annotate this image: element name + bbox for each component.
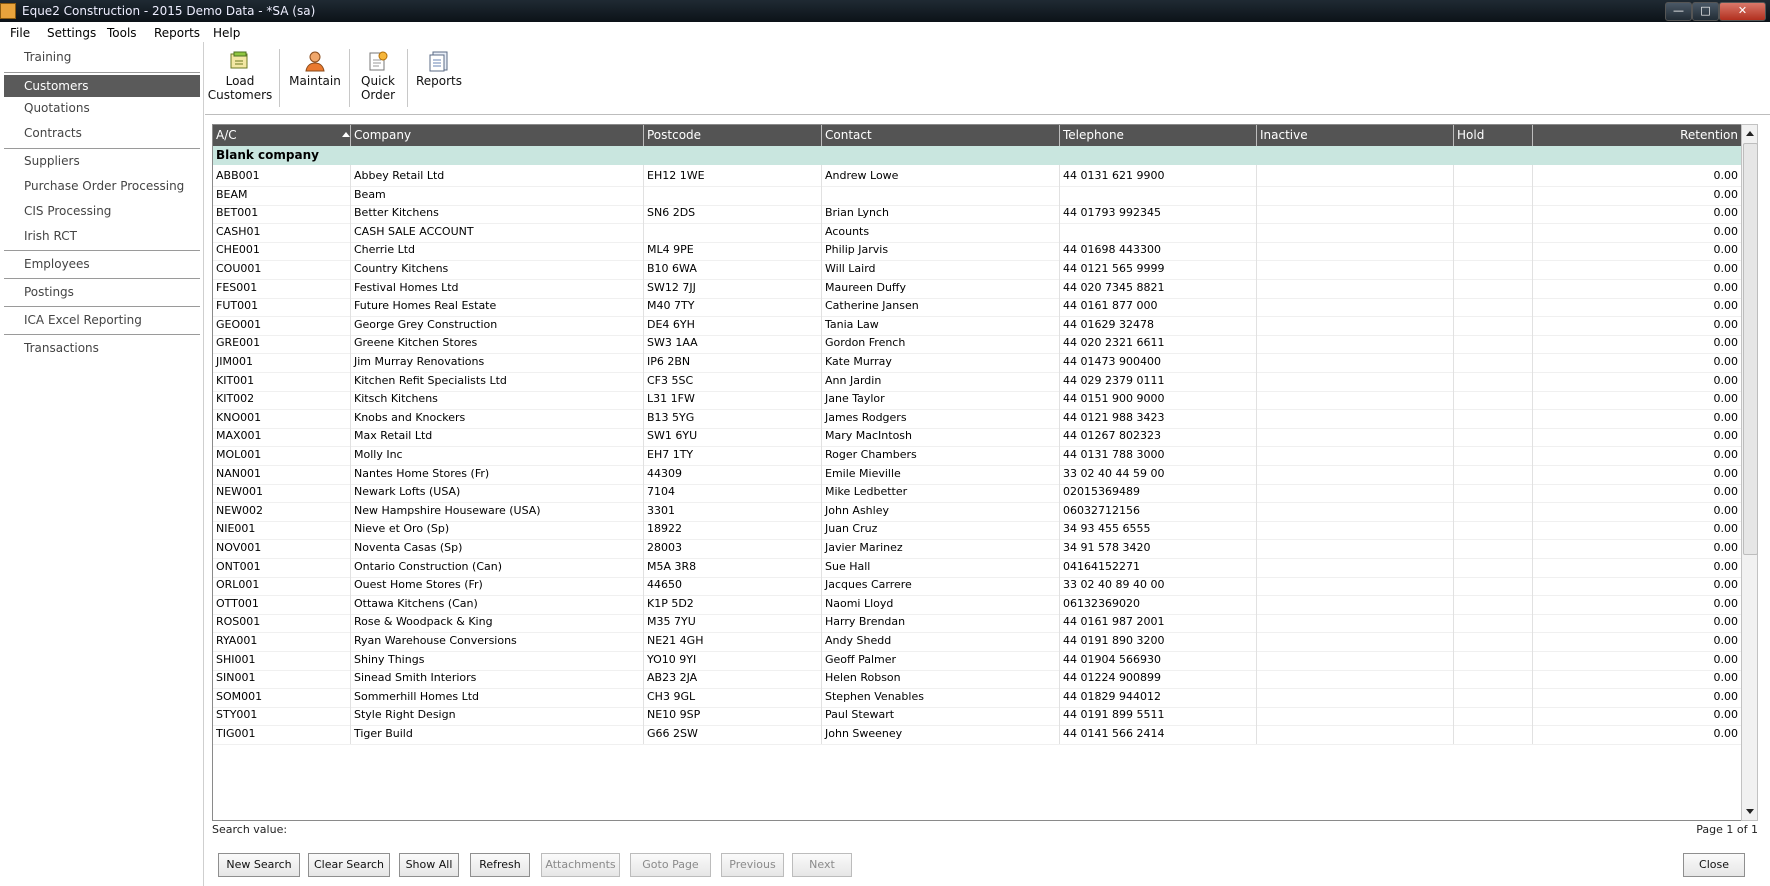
clear-search-button[interactable]: Clear Search	[308, 853, 390, 877]
toolbar: Load Customers Maintain Quick Order Repo…	[205, 44, 1770, 114]
column-header-ac[interactable]: A/C	[213, 125, 351, 146]
column-header-telephone[interactable]: Telephone	[1060, 125, 1257, 146]
sidebar-item-suppliers[interactable]: Suppliers	[4, 150, 200, 172]
sidebar-divider	[4, 278, 200, 279]
sidebar-item-irish-rct[interactable]: Irish RCT	[4, 225, 200, 247]
new-search-button[interactable]: New Search	[218, 853, 300, 877]
table-row[interactable]: TIG001 Tiger Build G66 2SW John Sweeney 44 0…	[213, 723, 1742, 745]
sort-ascending-icon	[342, 132, 350, 137]
cell-hold	[1454, 723, 1533, 744]
sidebar-divider	[4, 148, 200, 149]
previous-button[interactable]: Previous	[721, 853, 784, 877]
sidebar-item-contracts[interactable]: Contracts	[4, 122, 200, 144]
quick-order-label-2: Order	[360, 88, 396, 102]
sidebar-item-purchase-order-processing[interactable]: Purchase Order Processing	[4, 175, 200, 197]
refresh-button[interactable]: Refresh	[470, 853, 530, 877]
minimize-button[interactable]: —	[1665, 2, 1692, 21]
menu-bar: File Settings Tools Reports Help	[0, 23, 1770, 42]
page-info: Page 1 of 1	[1696, 823, 1758, 836]
toolbar-separator	[279, 49, 280, 107]
sidebar: Training Customers Quotations Contracts …	[0, 42, 204, 886]
maximize-button[interactable]: □	[1692, 2, 1719, 21]
scroll-up-icon[interactable]	[1746, 131, 1754, 136]
load-customers-icon	[229, 50, 251, 72]
load-customers-label-2: Customers	[207, 88, 273, 102]
reports-label: Reports	[415, 74, 463, 88]
sidebar-item-ica-excel-reporting[interactable]: ICA Excel Reporting	[4, 309, 200, 331]
attachments-button[interactable]: Attachments	[541, 853, 620, 877]
cell-inactive	[1257, 723, 1454, 744]
column-header-hold[interactable]: Hold	[1454, 125, 1533, 146]
sidebar-divider	[4, 72, 200, 73]
sidebar-item-training[interactable]: Training	[4, 46, 200, 68]
group-row[interactable]: Blank company	[213, 146, 1742, 165]
toolbar-separator	[349, 49, 350, 107]
cell-retention: 0.00	[1713, 727, 1739, 740]
cell-company: Tiger Build	[351, 723, 644, 744]
menu-settings[interactable]: Settings	[47, 26, 96, 40]
reports-icon	[428, 50, 450, 72]
next-button[interactable]: Next	[792, 853, 852, 877]
maintain-button[interactable]: Maintain	[285, 44, 345, 110]
cell-contact: John Sweeney	[822, 723, 1060, 744]
sidebar-item-postings[interactable]: Postings	[4, 281, 200, 303]
quick-order-label-1: Quick	[361, 74, 395, 88]
load-customers-button[interactable]: Load Customers	[207, 44, 273, 110]
grid-scrollbar[interactable]	[1741, 124, 1758, 821]
scroll-thumb[interactable]	[1743, 143, 1758, 555]
person-icon	[304, 50, 326, 72]
sidebar-item-customers[interactable]: Customers	[4, 75, 200, 97]
sidebar-item-transactions[interactable]: Transactions	[4, 337, 200, 359]
column-header-contact[interactable]: Contact	[822, 125, 1060, 146]
menu-tools[interactable]: Tools	[107, 26, 137, 40]
menu-help[interactable]: Help	[213, 26, 240, 40]
sidebar-item-cis-processing[interactable]: CIS Processing	[4, 200, 200, 222]
toolbar-divider	[205, 114, 1770, 115]
column-header-retention[interactable]: Retention	[1533, 125, 1742, 146]
toolbar-separator	[407, 49, 408, 107]
column-header-company[interactable]: Company	[351, 125, 644, 146]
cell-postcode: G66 2SW	[644, 723, 822, 744]
customers-grid: A/C Company Postcode Contact Telephone I…	[212, 124, 1743, 821]
column-header-ac-label: A/C	[216, 128, 237, 142]
sidebar-divider	[4, 334, 200, 335]
close-window-button[interactable]: ✕	[1719, 2, 1766, 21]
cell-telephone: 44 0141 566 2414	[1060, 723, 1257, 744]
sidebar-item-employees[interactable]: Employees	[4, 253, 200, 275]
show-all-button[interactable]: Show All	[399, 853, 459, 877]
column-header-postcode[interactable]: Postcode	[644, 125, 822, 146]
close-button[interactable]: Close	[1683, 853, 1745, 877]
grid-header: A/C Company Postcode Contact Telephone I…	[213, 125, 1742, 146]
reports-button[interactable]: Reports	[411, 44, 467, 110]
maintain-label: Maintain	[289, 74, 341, 88]
search-value-label: Search value:	[212, 823, 288, 836]
cell-ac: TIG001	[213, 723, 351, 744]
window-title: Eque2 Construction - 2015 Demo Data - *S…	[22, 4, 316, 18]
goto-page-button[interactable]: Goto Page	[630, 853, 711, 877]
title-bar: Eque2 Construction - 2015 Demo Data - *S…	[0, 0, 1770, 22]
quick-order-icon	[367, 50, 389, 72]
app-icon	[0, 3, 16, 19]
sidebar-divider	[4, 306, 200, 307]
menu-reports[interactable]: Reports	[154, 26, 200, 40]
scroll-down-icon[interactable]	[1746, 809, 1754, 814]
menu-file[interactable]: File	[10, 26, 30, 40]
load-customers-label-1: Load	[225, 74, 255, 88]
sidebar-divider	[4, 250, 200, 251]
column-header-inactive[interactable]: Inactive	[1257, 125, 1454, 146]
quick-order-button[interactable]: Quick Order	[353, 44, 403, 110]
sidebar-item-quotations[interactable]: Quotations	[4, 97, 200, 119]
